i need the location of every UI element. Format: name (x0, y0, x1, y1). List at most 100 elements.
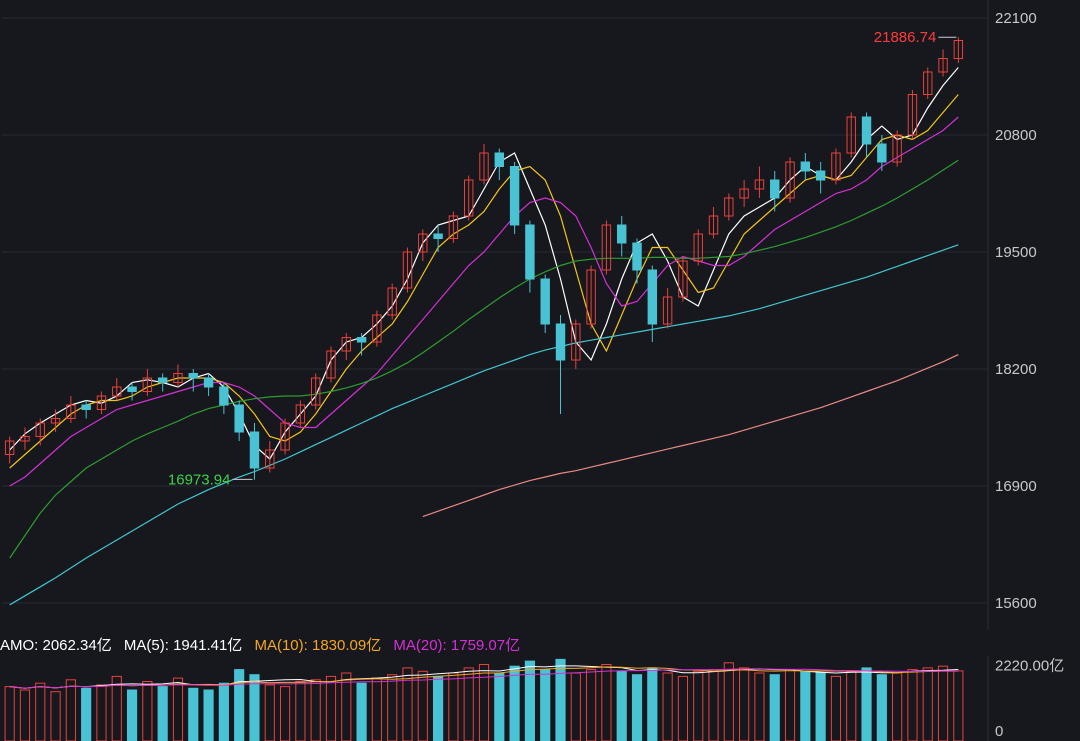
y-tick-label: 18200 (995, 361, 1037, 378)
ma-line-ma250 (422, 354, 959, 518)
volume-bar (325, 675, 337, 741)
volume-bar (815, 672, 826, 741)
volume-bar (570, 672, 581, 741)
ma-line-ma60 (9, 159, 959, 559)
legend-ma10: MA(10): 1830.09亿 (254, 637, 382, 654)
volume-bar (509, 665, 520, 741)
low-label: 16973.94 (168, 471, 231, 488)
volume-bar (387, 674, 398, 741)
y-tick-label: 15600 (995, 595, 1037, 612)
volume-bar (417, 670, 428, 741)
volume-bar (172, 677, 184, 741)
volume-bar (892, 672, 903, 741)
volume-bar (922, 667, 933, 741)
volume-bar (693, 670, 704, 741)
volume-bar (861, 667, 872, 741)
volume-bar (4, 686, 15, 741)
volume-bar (555, 658, 566, 741)
volume-bar (157, 686, 168, 741)
volume-bar (35, 682, 46, 741)
candle-body (540, 278, 550, 325)
volume-bar (769, 674, 780, 741)
candle-body (188, 373, 198, 379)
volume-bar (65, 679, 76, 741)
volume-bar (524, 660, 535, 741)
candle-body (203, 377, 214, 388)
volume-bar (784, 669, 796, 741)
legend-ma5: MA(5): 1941.41亿 (123, 637, 243, 654)
candle-body (219, 386, 229, 406)
high-label: 21886.74 (874, 29, 937, 46)
volume-bar (723, 662, 734, 741)
volume-bar (937, 665, 949, 741)
volume-bar (647, 667, 658, 741)
y-tick-label: 22100 (995, 10, 1037, 27)
vol-tick-label: 0 (995, 723, 1003, 740)
volume-bar (279, 686, 291, 741)
volume-bar (50, 691, 61, 741)
volume-bar (295, 681, 306, 741)
volume-bar (218, 682, 229, 741)
candle-body (877, 143, 887, 163)
chart-stage: 22100 20800 19500 18200 16900 15600 21886.74 16… (0, 0, 1080, 741)
volume-bar (540, 669, 551, 741)
volume-bar (800, 670, 811, 741)
candle-body (433, 233, 443, 239)
candle-body (81, 404, 91, 410)
candle-body (509, 166, 520, 226)
volume-bar (264, 684, 275, 741)
volume-bar (677, 675, 689, 741)
candle-body (494, 152, 505, 167)
volume-bar (310, 679, 321, 741)
volume-bar (876, 674, 887, 741)
volume-bar (601, 664, 612, 741)
volume-bar (203, 689, 214, 741)
volume-bar (907, 669, 918, 741)
volume-bar (19, 689, 31, 741)
candle-body (525, 224, 535, 280)
vol-tick-label: 2220.00亿 (995, 658, 1064, 675)
volume-bar (96, 684, 107, 741)
volume-bar (188, 687, 199, 741)
volume-bar (631, 674, 643, 741)
volume-bar (708, 669, 719, 741)
ma-line-ma5 (9, 67, 959, 460)
ma-line-ma120 (9, 244, 959, 606)
volume-bar (356, 682, 367, 741)
volume-bar (662, 672, 673, 741)
candle-body (617, 224, 627, 244)
y-tick-label: 16900 (995, 478, 1037, 495)
volume-bar (81, 687, 92, 741)
volume-bar (433, 675, 444, 741)
candle-body (632, 242, 642, 271)
volume-bar (616, 670, 627, 741)
volume-bar (739, 667, 750, 741)
candle-body (234, 404, 244, 433)
y-tick-label: 19500 (995, 244, 1037, 261)
candle-body (770, 179, 780, 199)
legend-ma20: MA(20): 1759.07亿 (393, 637, 521, 654)
candle-body (800, 161, 811, 172)
volume-bar (830, 675, 842, 741)
candle-body (647, 269, 658, 325)
volume-bar (846, 670, 857, 741)
volume-bar (586, 669, 597, 741)
volume-bar (478, 664, 490, 741)
candle-body (127, 386, 137, 392)
volume-bar (111, 675, 122, 741)
volume-bar (448, 672, 459, 741)
volume-bar (953, 670, 964, 741)
candle-body (815, 170, 826, 181)
volume-bar (494, 672, 505, 741)
volume-bar (142, 681, 153, 741)
volume-bar (371, 677, 382, 741)
volume-bar (234, 669, 245, 741)
volume-bar (341, 672, 352, 741)
volume-bar (249, 674, 260, 741)
volume-bar (754, 672, 765, 741)
volume-bar (126, 689, 138, 741)
candle-body (157, 377, 168, 383)
candle-body (861, 116, 872, 145)
price-chart: 22100 20800 19500 18200 16900 15600 21886.74 16… (2, 0, 1037, 630)
candle-body (356, 337, 367, 343)
